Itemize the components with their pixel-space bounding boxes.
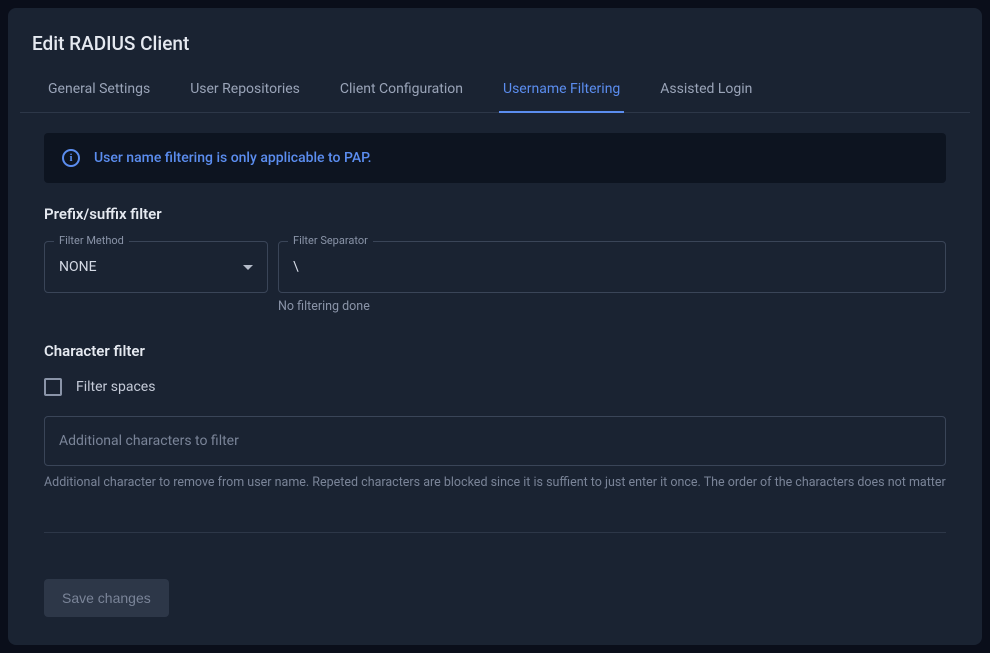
filter-method-value: NONE [59,259,97,275]
filter-separator-helper: No filtering done [278,299,946,314]
additional-characters-helper: Additional character to remove from user… [44,474,946,492]
filter-separator-field: Filter Separator No filtering done [278,241,946,314]
filter-spaces-label: Filter spaces [76,379,155,395]
save-changes-button[interactable]: Save changes [44,579,169,617]
filter-separator-input[interactable] [278,241,946,293]
tab-assisted-login[interactable]: Assisted Login [656,71,756,113]
footer: Save changes [8,579,982,645]
prefix-suffix-row: Filter Method NONE Filter Separator No f… [44,241,946,314]
tab-client-configuration[interactable]: Client Configuration [336,71,467,113]
edit-radius-client-panel: Edit RADIUS Client General Settings User… [8,8,982,645]
filter-spaces-checkbox-row[interactable]: Filter spaces [44,378,946,396]
filter-method-select[interactable]: NONE [44,241,268,293]
tab-general-settings[interactable]: General Settings [44,71,154,113]
filter-method-field: Filter Method NONE [44,241,268,314]
content: i User name filtering is only applicable… [8,113,982,579]
divider [44,532,946,533]
info-banner: i User name filtering is only applicable… [44,133,946,183]
info-icon: i [62,149,80,167]
page-title: Edit RADIUS Client [8,32,982,71]
filter-method-label: Filter Method [54,234,129,247]
additional-characters-input[interactable] [44,416,946,466]
filter-separator-label: Filter Separator [288,234,373,247]
tab-user-repositories[interactable]: User Repositories [186,71,304,113]
character-filter-heading: Character filter [44,342,946,360]
prefix-suffix-heading: Prefix/suffix filter [44,205,946,223]
chevron-down-icon [243,265,253,270]
filter-spaces-checkbox[interactable] [44,378,62,396]
info-banner-text: User name filtering is only applicable t… [94,150,372,166]
tab-username-filtering[interactable]: Username Filtering [499,71,624,113]
tabs: General Settings User Repositories Clien… [20,71,970,113]
